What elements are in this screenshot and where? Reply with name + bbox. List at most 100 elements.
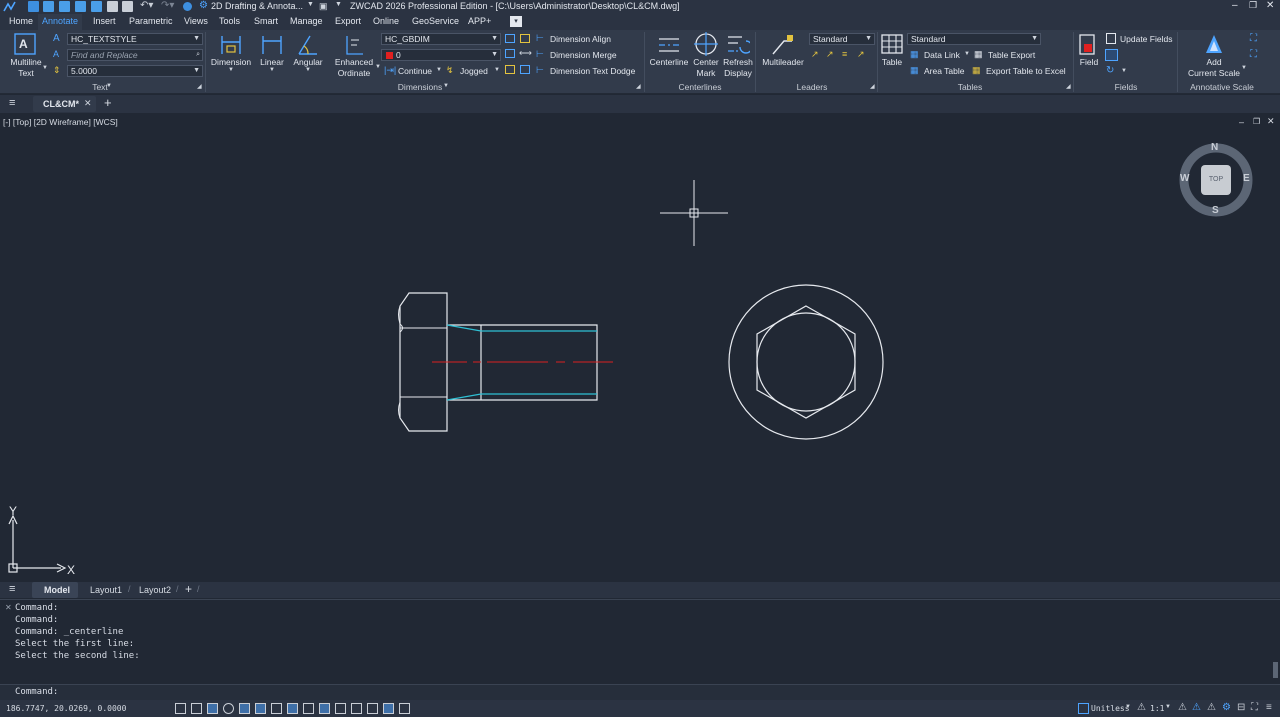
drawing-canvas[interactable]: [-] [Top] [2D Wireframe] [WCS] – ❐ ✕ TOP… — [0, 114, 1280, 582]
layout-tab-model[interactable]: Model — [32, 582, 78, 598]
linear-icon[interactable] — [261, 34, 283, 56]
dim-tool-icon-6[interactable] — [520, 65, 530, 74]
viewcube-west[interactable]: W — [1180, 173, 1189, 184]
viewcube-east[interactable]: E — [1243, 173, 1250, 184]
layout-menu-icon[interactable]: ≡ — [9, 583, 15, 595]
dimension-label[interactable]: Dimension — [208, 57, 254, 67]
add-current-scale-icon[interactable] — [1202, 33, 1226, 57]
area-table-icon[interactable]: ▦ — [910, 65, 919, 76]
dimension-align-icon[interactable]: ⊢ — [536, 33, 544, 44]
file-tab-close-icon[interactable]: ✕ — [84, 98, 92, 109]
workspace-gear-icon[interactable]: ⚙ — [199, 0, 208, 11]
lock-ui-icon[interactable]: ⊟ — [1237, 702, 1245, 713]
text-panel-title[interactable]: Text — [60, 82, 140, 92]
table-label[interactable]: Table — [877, 57, 907, 67]
table-export-icon[interactable]: ▦ — [974, 49, 983, 60]
field-cycle-dropdown-icon[interactable]: ▼ — [1121, 68, 1127, 74]
update-fields-label[interactable]: Update Fields — [1120, 34, 1172, 44]
auto-scale-icon[interactable]: ⚠ — [1192, 702, 1201, 713]
grid-icon[interactable] — [175, 703, 186, 714]
menu-parametric[interactable]: Parametric — [129, 16, 173, 26]
units-label[interactable]: Unitless — [1091, 704, 1130, 713]
add-current-scale-dropdown-icon[interactable]: ▼ — [1241, 65, 1247, 71]
transparency-icon[interactable] — [319, 703, 330, 714]
workspace-selector[interactable]: 2D Drafting & Annota... — [211, 1, 303, 11]
angular-dropdown-icon[interactable]: ▼ — [305, 67, 311, 73]
export-table-to-excel-label[interactable]: Export Table to Excel — [986, 66, 1066, 76]
text-panel-launcher-icon[interactable]: ◢ — [197, 83, 202, 90]
multiline-text-dropdown-icon[interactable]: ▼ — [42, 65, 48, 71]
refresh-display-label-2[interactable]: Display — [720, 68, 756, 78]
file-tab[interactable]: CL&CM* ✕ — [33, 96, 96, 112]
dimension-text-dodge-label[interactable]: Dimension Text Dodge — [550, 66, 635, 76]
command-line[interactable]: Command: — [0, 684, 1280, 700]
add-layout-icon[interactable]: + — [185, 582, 192, 596]
field-tool-icon[interactable] — [1105, 49, 1118, 61]
dim-tool-icon-1[interactable] — [505, 34, 515, 43]
enhanced-ordinate-label-1[interactable]: Enhanced — [332, 57, 376, 67]
open-file-icon[interactable] — [43, 1, 54, 12]
quick-access-dropdown-icon[interactable]: ▼ — [335, 1, 342, 8]
dim-tool-icon-5[interactable] — [505, 65, 515, 74]
find-replace-input[interactable]: Find and Replace ⌕ — [67, 49, 203, 61]
dimensions-panel-expand-icon[interactable]: ▼ — [443, 83, 449, 89]
menu-online[interactable]: Online — [373, 16, 399, 26]
viewport-controls[interactable]: [-] [Top] [2D Wireframe] [WCS] — [3, 117, 118, 127]
dimension-merge-label[interactable]: Dimension Merge — [550, 50, 617, 60]
viewcube[interactable]: TOP N S E W — [1179, 142, 1253, 218]
match-properties-icon[interactable] — [183, 2, 192, 11]
clean-screen-icon[interactable]: ⛶ — [1251, 702, 1258, 713]
dimension-style-select[interactable]: HC_GBDIM ▼ — [381, 33, 501, 45]
print-preview-icon[interactable] — [91, 1, 102, 12]
dimension-layer-select[interactable]: 0 ▼ — [381, 49, 501, 61]
align-leader-icon[interactable]: ≡ — [842, 49, 847, 59]
collect-leader-icon[interactable]: ↗ — [857, 49, 865, 60]
linear-label[interactable]: Linear — [256, 57, 288, 67]
menu-insert[interactable]: Insert — [93, 16, 116, 26]
customization-icon[interactable]: ≡ — [1266, 702, 1272, 713]
coordinates-readout[interactable]: 186.7747, 20.0269, 0.0000 — [6, 704, 126, 713]
dyn-icon[interactable] — [287, 703, 298, 714]
viewport-restore-icon[interactable]: ❐ — [1253, 117, 1260, 126]
redo-icon[interactable]: ↷▾ — [161, 0, 174, 11]
dimensions-panel-launcher-icon[interactable]: ◢ — [636, 83, 641, 90]
angular-label[interactable]: Angular — [290, 57, 326, 67]
dimension-align-label[interactable]: Dimension Align — [550, 34, 611, 44]
command-scrollbar[interactable] — [1273, 662, 1278, 678]
multileader-label[interactable]: Multileader — [758, 57, 808, 67]
quick-properties-icon[interactable] — [367, 703, 378, 714]
enhanced-ordinate-dropdown-icon[interactable]: ▼ — [375, 64, 381, 70]
annotation-monitor-icon[interactable] — [351, 703, 362, 714]
centerline-icon[interactable] — [657, 34, 681, 56]
file-menu-icon[interactable]: ≡ — [9, 97, 15, 109]
snap-icon[interactable] — [191, 703, 202, 714]
new-tab-icon[interactable]: + — [104, 95, 112, 110]
menu-export[interactable]: Export — [335, 16, 361, 26]
menu-tools[interactable]: Tools — [219, 16, 240, 26]
menu-app-plus[interactable]: APP+ — [468, 16, 491, 26]
table-export-label[interactable]: Table Export — [988, 50, 1035, 60]
menu-geoservice[interactable]: GeoService — [412, 16, 459, 26]
multiline-text-icon[interactable]: A — [14, 33, 36, 55]
annotation-scale-icon[interactable]: ⚠ — [1137, 702, 1146, 713]
jogged-label[interactable]: Jogged — [460, 66, 488, 76]
tables-panel-launcher-icon[interactable]: ◢ — [1066, 83, 1071, 90]
annotation-scale-value[interactable]: 1:1 — [1150, 704, 1164, 713]
menu-annotate[interactable]: Annotate — [38, 14, 83, 30]
minimize-icon[interactable]: – — [1232, 0, 1238, 11]
viewcube-north[interactable]: N — [1211, 142, 1218, 153]
multileader-style-select[interactable]: Standard ▼ — [809, 33, 875, 45]
ortho-icon[interactable] — [207, 703, 218, 714]
otrack-icon[interactable] — [255, 703, 266, 714]
print-icon[interactable] — [107, 1, 118, 12]
jogged-icon[interactable]: ↯ — [446, 65, 454, 76]
menu-manage[interactable]: Manage — [290, 16, 323, 26]
layout-tab-layout1[interactable]: Layout1 — [90, 585, 122, 595]
units-display-icon[interactable] — [383, 703, 394, 714]
data-link-dropdown-icon[interactable]: ▼ — [964, 51, 970, 57]
restore-icon[interactable]: ❐ — [1249, 0, 1257, 11]
enhanced-ordinate-label-2[interactable]: Ordinate — [332, 68, 376, 78]
save-as-icon[interactable] — [75, 1, 86, 12]
dim-tool-icon-2[interactable] — [520, 34, 530, 43]
dimension-dropdown-icon[interactable]: ▼ — [228, 67, 234, 73]
